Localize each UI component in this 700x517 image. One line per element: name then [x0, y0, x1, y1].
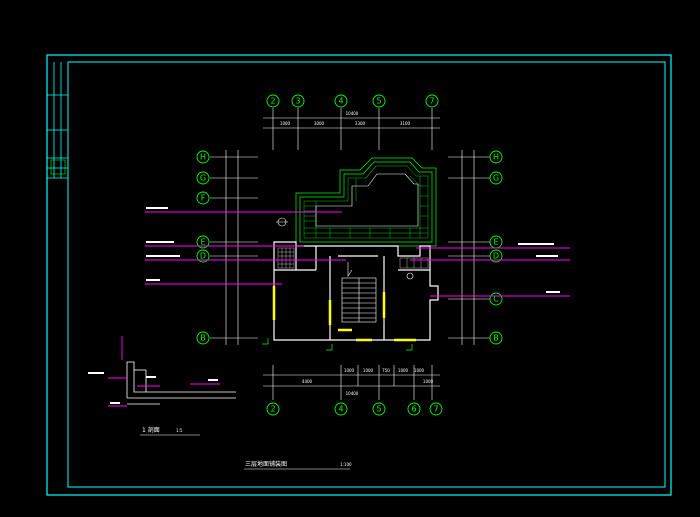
axis-right-D: D	[493, 252, 499, 261]
dim-bottom-seg-7: 1000	[423, 379, 434, 384]
top-axis-bubbles	[266, 94, 439, 108]
terrace-room	[315, 173, 419, 227]
axis-top-1: 2	[270, 97, 275, 106]
dim-bottom-seg-5: 1000	[398, 368, 409, 373]
axis-right-B: B	[493, 334, 499, 343]
left-axis-lines	[210, 150, 258, 345]
dim-top-seg-4: 3100	[400, 121, 411, 126]
axis-right-H: H	[493, 153, 499, 162]
axis-bottom-2: 4	[338, 405, 343, 414]
dim-bottom-total: 10400	[346, 391, 359, 396]
axis-bottom-1: 2	[270, 405, 275, 414]
axis-top-4: 5	[376, 97, 381, 106]
axis-left-D: D	[200, 252, 206, 261]
staircase	[341, 262, 377, 323]
axis-bottom-5: 7	[433, 405, 438, 414]
axis-left-H: H	[200, 153, 206, 162]
drawing-scale: 1:100	[340, 462, 352, 467]
axis-top-3: 4	[338, 97, 343, 106]
axis-left-F: F	[201, 194, 206, 203]
dim-bottom-seg-4: 750	[382, 368, 390, 373]
dim-top-seg-1: 1000	[280, 121, 291, 126]
axis-bottom-4: 6	[411, 405, 416, 414]
axis-left-B: B	[200, 334, 206, 343]
right-axis-lines	[448, 150, 490, 345]
floor-plan-walls	[273, 241, 439, 341]
detail-scale: 1:5	[176, 428, 183, 433]
fixture-icon	[406, 272, 414, 280]
dim-bottom-seg-1: 4400	[302, 379, 313, 384]
cad-drawing-sheet: 10400 1000 3000 3300 3100 2 3 4 5 7 H G …	[46, 54, 672, 496]
detail-title: 1 剖面	[142, 426, 160, 434]
axis-right-G: G	[493, 174, 499, 183]
detail-labels	[88, 372, 218, 404]
title-block-label	[50, 159, 66, 175]
dim-bottom-seg-6: 1000	[414, 368, 425, 373]
dim-top-seg-2: 3000	[314, 121, 325, 126]
bathroom-tiles	[277, 247, 429, 269]
dim-top-total: 10400	[346, 111, 359, 116]
detail-leaders	[108, 336, 220, 407]
dim-bottom-seg-3: 1000	[363, 368, 374, 373]
dim-bottom-seg-2: 1000	[344, 368, 355, 373]
terrace-tiles	[303, 165, 429, 239]
axis-left-E: E	[200, 238, 205, 247]
dim-top-seg-3: 3300	[355, 121, 366, 126]
axis-right-E: E	[493, 238, 498, 247]
detail-section	[126, 361, 236, 405]
axis-bottom-3: 5	[376, 405, 381, 414]
axis-left-G: G	[200, 174, 206, 183]
drawing-title: 三层地面铺装图	[245, 460, 287, 468]
inner-frame	[67, 61, 666, 488]
axis-top-2: 3	[295, 97, 300, 106]
axis-top-5: 7	[429, 97, 434, 106]
